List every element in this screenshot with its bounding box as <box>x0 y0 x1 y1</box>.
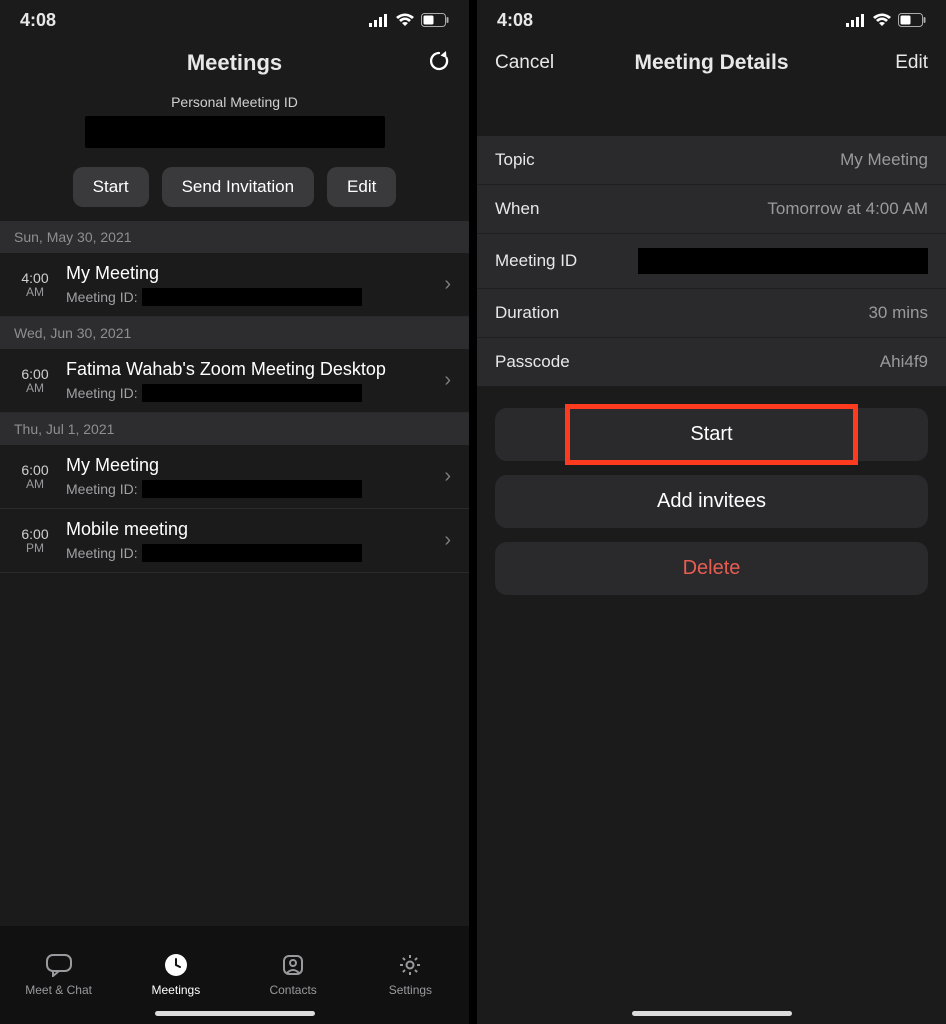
tab-label: Contacts <box>269 983 316 997</box>
home-indicator[interactable] <box>155 1011 315 1016</box>
tab-contacts[interactable]: Contacts <box>235 926 352 1024</box>
meeting-row[interactable]: 4:00 AM My Meeting Meeting ID: › <box>0 253 469 317</box>
meeting-time: 6:00 AM <box>10 462 60 492</box>
tab-settings[interactable]: Settings <box>352 926 469 1024</box>
signal-icon <box>369 13 389 27</box>
detail-row-passcode: Passcode Ahi4f9 <box>477 338 946 386</box>
redacted-id <box>142 384 362 402</box>
meeting-id-line: Meeting ID: <box>66 480 440 498</box>
status-icons <box>369 13 449 27</box>
start-button[interactable]: Start <box>73 167 149 207</box>
tab-bar: Meet & Chat Meetings Contacts Settings <box>0 926 469 1024</box>
detail-row-meeting-id: Meeting ID <box>477 234 946 289</box>
chevron-right-icon: › <box>440 465 455 488</box>
meeting-id-line: Meeting ID: <box>66 544 440 562</box>
chevron-right-icon: › <box>440 273 455 296</box>
section-header: Thu, Jul 1, 2021 <box>0 413 469 445</box>
pmi-value-redacted <box>85 116 385 148</box>
meeting-details-screen: 4:08 Cancel Meeting Details Edit Topic M… <box>473 0 946 1024</box>
redacted-id <box>142 544 362 562</box>
send-invitation-button[interactable]: Send Invitation <box>162 167 314 207</box>
tab-meet-chat[interactable]: Meet & Chat <box>0 926 117 1024</box>
wifi-icon <box>872 13 892 27</box>
status-icons <box>846 13 926 27</box>
refresh-icon <box>427 49 451 73</box>
redacted-meeting-id <box>638 248 928 274</box>
cancel-button[interactable]: Cancel <box>495 52 575 74</box>
detail-row-topic: Topic My Meeting <box>477 136 946 185</box>
section-header: Sun, May 30, 2021 <box>0 221 469 253</box>
chevron-right-icon: › <box>440 369 455 392</box>
meeting-time: 4:00 AM <box>10 270 60 300</box>
meeting-row[interactable]: 6:00 PM Mobile meeting Meeting ID: › <box>0 509 469 573</box>
tab-label: Settings <box>389 983 432 997</box>
tab-label: Meetings <box>152 983 201 997</box>
meeting-id-line: Meeting ID: <box>66 384 440 402</box>
contacts-icon <box>281 953 305 977</box>
clock-icon <box>164 953 188 977</box>
meeting-row[interactable]: 6:00 AM Fatima Wahab's Zoom Meeting Desk… <box>0 349 469 413</box>
delete-meeting-button[interactable]: Delete <box>495 542 928 595</box>
refresh-button[interactable] <box>423 49 451 78</box>
details-block: Topic My Meeting When Tomorrow at 4:00 A… <box>477 136 946 386</box>
wifi-icon <box>395 13 415 27</box>
meetings-screen: 4:08 Meetings Personal Meeting ID Start … <box>0 0 473 1024</box>
personal-meeting-block: Personal Meeting ID Start Send Invitatio… <box>0 86 469 221</box>
redacted-id <box>142 288 362 306</box>
signal-icon <box>846 13 866 27</box>
page-title: Meetings <box>46 50 423 76</box>
meeting-title: Fatima Wahab's Zoom Meeting Desktop <box>66 359 440 380</box>
meeting-title: My Meeting <box>66 263 440 284</box>
meeting-time: 6:00 AM <box>10 366 60 396</box>
meeting-title: Mobile meeting <box>66 519 440 540</box>
meeting-time: 6:00 PM <box>10 526 60 556</box>
status-time: 4:08 <box>20 10 56 31</box>
nav-bar: Cancel Meeting Details Edit <box>477 40 946 86</box>
page-title: Meeting Details <box>575 51 848 75</box>
edit-button[interactable]: Edit <box>848 52 928 74</box>
header: Meetings <box>0 40 469 86</box>
detail-row-when: When Tomorrow at 4:00 AM <box>477 185 946 234</box>
tab-label: Meet & Chat <box>25 983 92 997</box>
add-invitees-button[interactable]: Add invitees <box>495 475 928 528</box>
pmi-label: Personal Meeting ID <box>0 94 469 110</box>
gear-icon <box>398 953 422 977</box>
battery-icon <box>898 13 926 27</box>
edit-button[interactable]: Edit <box>327 167 396 207</box>
status-bar: 4:08 <box>0 0 469 40</box>
meeting-title: My Meeting <box>66 455 440 476</box>
detail-row-duration: Duration 30 mins <box>477 289 946 338</box>
battery-icon <box>421 13 449 27</box>
status-bar: 4:08 <box>477 0 946 40</box>
start-meeting-button[interactable]: Start <box>495 408 928 461</box>
meeting-row[interactable]: 6:00 AM My Meeting Meeting ID: › <box>0 445 469 509</box>
chevron-right-icon: › <box>440 529 455 552</box>
meeting-id-line: Meeting ID: <box>66 288 440 306</box>
section-header: Wed, Jun 30, 2021 <box>0 317 469 349</box>
redacted-id <box>142 480 362 498</box>
status-time: 4:08 <box>497 10 533 31</box>
home-indicator[interactable] <box>632 1011 792 1016</box>
tab-meetings[interactable]: Meetings <box>117 926 234 1024</box>
chat-icon <box>45 953 73 977</box>
